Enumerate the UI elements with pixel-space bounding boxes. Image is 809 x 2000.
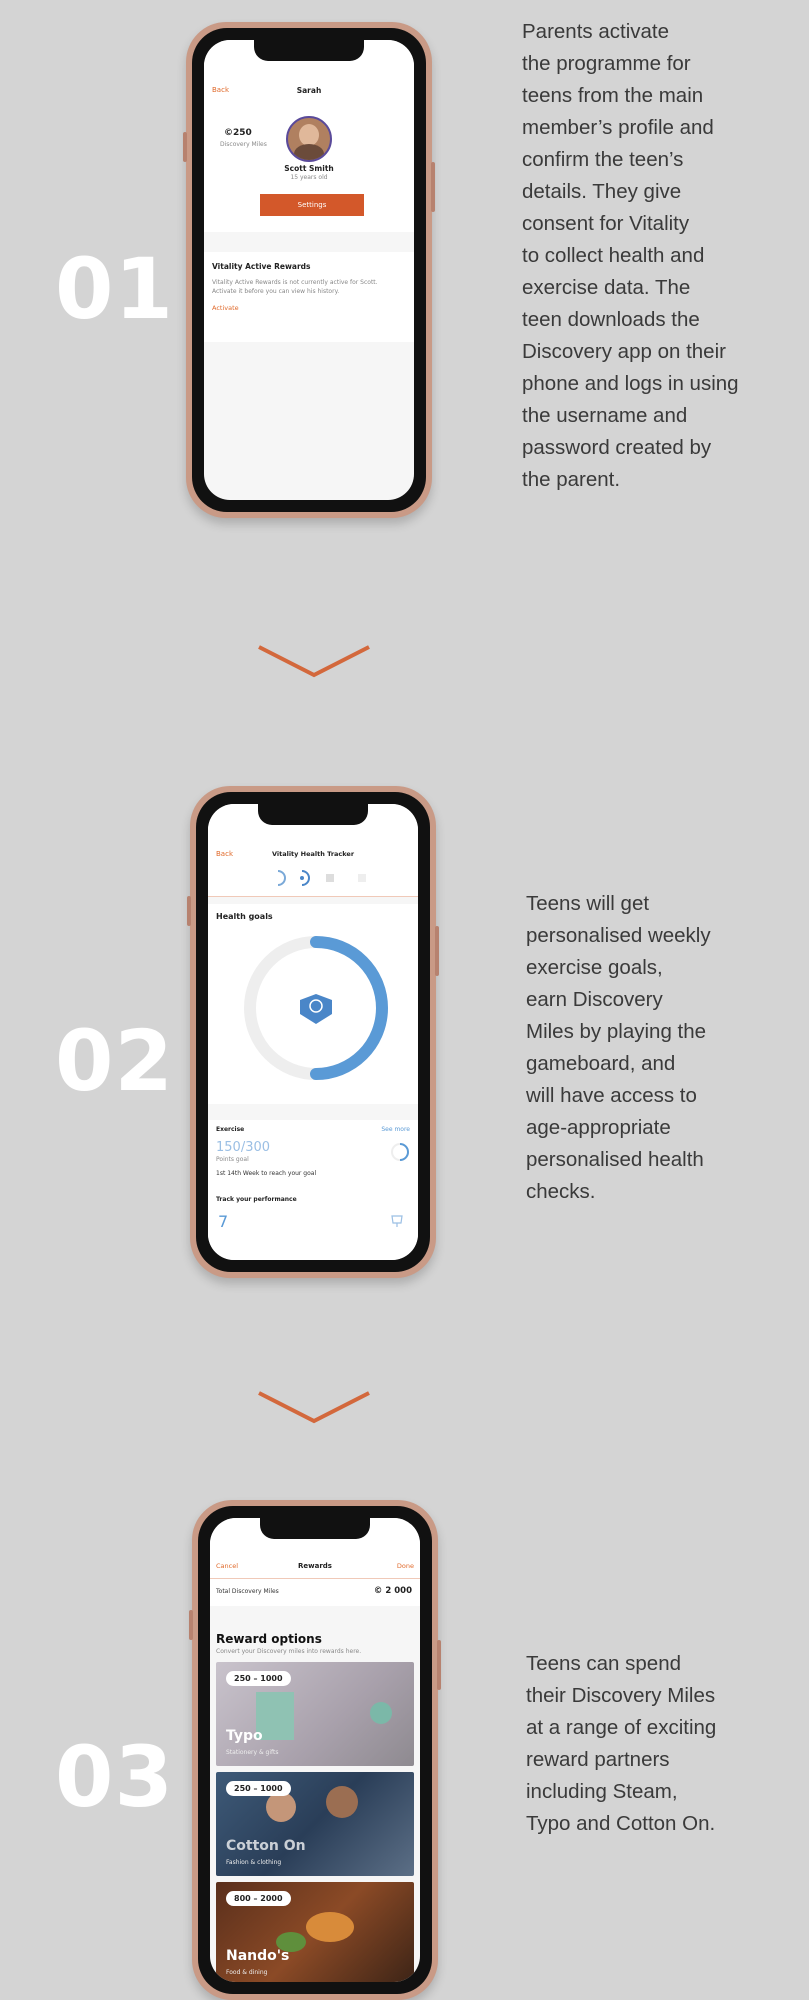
step-description-2: Teens will get personalised weekly exerc… xyxy=(526,892,711,1203)
miles-range-badge: 800 – 2000 xyxy=(226,1891,291,1906)
phone-screen-2: Back Vitality Health Tracker Health goal… xyxy=(208,804,418,1260)
section-text: Vitality Active Rewards is not currently… xyxy=(212,279,378,295)
phone-screen-1: Back Sarah ©250 Discovery Miles Scott Sm… xyxy=(204,40,414,500)
see-more-link[interactable]: See more xyxy=(381,1126,410,1133)
screen-title: Vitality Health Tracker xyxy=(271,850,355,858)
reward-name: Cotton On xyxy=(226,1838,306,1854)
step-description-1: Parents activate the programme for teens… xyxy=(522,20,739,491)
screen-title: Sarah xyxy=(296,86,322,95)
member-age: 15 years old xyxy=(290,174,328,181)
miles-range-badge: 250 – 1000 xyxy=(226,1671,291,1686)
phone-mockup-1: Back Sarah ©250 Discovery Miles Scott Sm… xyxy=(183,22,435,518)
step-description-3: Teens can spend their Discovery Miles at… xyxy=(526,1652,717,1835)
settings-button[interactable]: Settings xyxy=(260,194,364,216)
chevron-down-icon xyxy=(258,1391,370,1424)
reward-name: Nando's xyxy=(226,1948,290,1964)
trophy-icon xyxy=(391,1215,403,1227)
reward-name: Typo xyxy=(226,1728,263,1744)
options-title: Reward options xyxy=(216,1632,322,1646)
miles-range-badge: 250 – 1000 xyxy=(226,1781,291,1796)
avatar xyxy=(286,116,332,162)
options-subtitle: Convert your Discovery miles into reward… xyxy=(216,1648,362,1655)
phone-mockup-3: Cancel Rewards Done Total Discovery Mile… xyxy=(189,1500,441,2000)
step-number-1: 01 xyxy=(55,240,174,338)
step-number-3: 03 xyxy=(55,1728,174,1826)
reward-card-cotton-on[interactable]: 250 – 1000 Cotton On Fashion & clothing xyxy=(216,1772,414,1876)
reward-subtitle: Fashion & clothing xyxy=(226,1859,282,1866)
total-value: 2 000 xyxy=(385,1586,412,1596)
exercise-label: Exercise xyxy=(216,1126,245,1133)
done-button[interactable]: Done xyxy=(397,1562,414,1570)
progress-ring xyxy=(244,936,388,1080)
step-number-2: 02 xyxy=(55,1012,174,1110)
screen-title: Rewards xyxy=(298,1562,332,1570)
phone-screen-3: Cancel Rewards Done Total Discovery Mile… xyxy=(210,1518,420,1982)
section-title: Vitality Active Rewards xyxy=(212,262,311,271)
reward-card-typo[interactable]: 250 – 1000 Typo Stationery & gifts xyxy=(216,1662,414,1766)
phone-mockup-2: Back Vitality Health Tracker Health goal… xyxy=(187,786,439,1278)
points-label: Points goal xyxy=(216,1156,249,1163)
reward-subtitle: Food & dining xyxy=(226,1969,268,1976)
total-label: Total Discovery Miles xyxy=(216,1588,279,1595)
miles-icon: © xyxy=(373,1586,386,1596)
chevron-down-icon xyxy=(258,645,370,678)
section-title: Health goals xyxy=(216,912,273,921)
member-name: Scott Smith xyxy=(284,164,334,173)
miles-value: 250 xyxy=(233,128,252,138)
tab-icons[interactable] xyxy=(238,866,388,888)
reward-card-nandos[interactable]: 800 – 2000 Nando's Food & dining xyxy=(216,1882,414,1982)
reward-subtitle: Stationery & gifts xyxy=(226,1749,279,1756)
mini-ring-icon xyxy=(391,1143,409,1161)
track-label: Track your performance xyxy=(216,1196,297,1203)
miles-icon: © xyxy=(224,128,233,138)
activate-link[interactable]: Activate xyxy=(212,304,239,312)
goal-note: 1st 14th Week to reach your goal xyxy=(216,1170,317,1177)
miles-label: Discovery Miles xyxy=(220,141,267,148)
progress-value: 150/300 xyxy=(216,1140,271,1155)
day-number: 7 xyxy=(218,1212,229,1231)
